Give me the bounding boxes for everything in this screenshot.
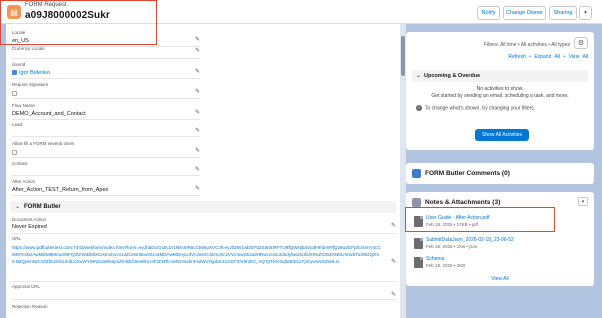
attachment-item[interactable]: Schema Feb 18, 2026 • 2KB (412, 255, 588, 277)
locale-field: Locale en_US ✎ (12, 29, 200, 47)
scrollbar-thumb[interactable] (401, 36, 405, 76)
expand-all-link[interactable]: Expand All (534, 54, 560, 60)
record-type-icon: ▤ (7, 5, 21, 19)
pencil-icon[interactable]: ✎ (195, 47, 200, 54)
after-action-field: After Action After_Action_TEST_Return_fr… (12, 178, 200, 196)
form-butler-section-title: FORM Butler (24, 203, 61, 210)
url-label: URL (12, 236, 22, 241)
chevron-down-icon[interactable]: ▾ (578, 197, 588, 206)
sharing-button[interactable]: Sharing (549, 6, 577, 20)
userid-link[interactable]: Igor Bidenko (19, 70, 50, 76)
no-activities-text: No activities to show. (476, 86, 524, 92)
activity-filters-text: Filters: All time • All activities • All… (483, 42, 570, 48)
allow-fill-label: Allow fill a FORM several times (12, 141, 75, 146)
record-header: ▤ FORM Request a09J8000002Sukr Notify Ch… (0, 0, 602, 24)
pencil-icon[interactable]: ✎ (195, 166, 200, 173)
locale-label: Locale (12, 30, 26, 35)
currency-locale-field: Currency Locale ✎ (12, 46, 200, 59)
pencil-icon[interactable]: ✎ (195, 88, 200, 95)
comments-title: FORM Butler Comments (0) (425, 170, 510, 178)
userid-value[interactable]: Igor Bidenko (12, 70, 50, 76)
chevron-down-icon: ⌄ (416, 73, 422, 79)
userid-label: UserId (12, 62, 26, 67)
details-panel: Locale en_US ✎ Currency Locale ✎ UserId … (6, 24, 400, 318)
lead-label: Lead (12, 122, 23, 127)
change-filters-text: To change what's shown, try changing you… (425, 105, 536, 112)
form-butler-comments-card: FORM Butler Comments (0) (406, 163, 594, 184)
change-owner-button[interactable]: Change Owner (503, 6, 546, 20)
comments-icon (412, 169, 421, 178)
attachment-meta: Feb 18, 2026 • 17KB • pdf (426, 222, 478, 227)
flow-name-field: Flow Name DEMO_Account_and_Contact ✎ (12, 102, 200, 120)
flow-name-label: Flow Name (12, 103, 35, 108)
get-started-text: Get started by sending an email, schedul… (431, 93, 569, 99)
after-action-value: After_Action_TEST_Return_from_Apex (12, 187, 109, 193)
pencil-icon[interactable]: ✎ (195, 109, 200, 116)
locale-value: en_US (12, 38, 29, 44)
record-name: a09J8000002Sukr (25, 10, 110, 21)
notes-header[interactable]: Notes & Attachments (3) (412, 198, 500, 207)
rejection-reason-label: Rejection Reason (12, 304, 48, 309)
pencil-icon[interactable]: ✎ (195, 68, 200, 75)
attachment-meta: Feb 18, 2026 • 1KB • json (426, 244, 478, 249)
notify-button[interactable]: Notify (477, 6, 500, 20)
after-action-label: After Action (12, 179, 36, 184)
form-butler-section-header[interactable]: ⌄ FORM Butler (10, 201, 396, 213)
document-action-label: Document Action (12, 217, 47, 222)
attachment-meta: Feb 18, 2026 • 2KB (426, 263, 466, 268)
upcoming-overdue-title: Upcoming & Overdue (424, 73, 481, 79)
document-action-field: Document Action Never Expired ✎ (12, 217, 396, 234)
contact-label: Contact (12, 161, 28, 166)
notes-title: Notes & Attachments (3) (425, 199, 501, 207)
currency-locale-label: Currency Locale (12, 46, 45, 51)
rejection-reason-field: Rejection Reason (12, 304, 396, 318)
comments-header[interactable]: FORM Butler Comments (0) (412, 169, 510, 178)
upcoming-overdue-header[interactable]: ⌄ Upcoming & Overdue (412, 70, 588, 82)
lead-field: Lead ✎ (12, 122, 200, 137)
contact-field: Contact ✎ (12, 160, 200, 176)
refresh-link[interactable]: Refresh (508, 54, 526, 60)
allow-fill-checkbox[interactable] (12, 150, 17, 155)
record-type-label: FORM Request (25, 2, 67, 8)
document-icon (414, 238, 423, 249)
notes-attachments-card: Notes & Attachments (3) ▾ User Guide - A… (406, 192, 594, 286)
pencil-icon[interactable]: ✎ (195, 147, 200, 154)
document-icon (414, 216, 423, 227)
pencil-icon[interactable]: ✎ (195, 185, 200, 192)
view-all-link[interactable]: View All (569, 54, 588, 60)
attachment-item[interactable]: User Guide - After Action.pdf Feb 18, 20… (412, 214, 588, 236)
show-all-activities-button[interactable]: Show All Activities (475, 129, 529, 141)
info-icon: i (416, 105, 422, 111)
userid-field: UserId Igor Bidenko ✎ (12, 61, 200, 79)
flow-name-value: DEMO_Account_and_Contact (12, 111, 86, 117)
document-icon (414, 257, 423, 268)
activity-links: Refresh • Expand All • View All (508, 54, 588, 60)
chevron-down-icon[interactable]: ▾ (579, 6, 592, 20)
notes-icon (412, 198, 421, 207)
document-action-value: Never Expired (12, 224, 47, 230)
gear-icon[interactable]: ⚙ (574, 37, 588, 49)
allow-fill-field: Allow fill a FORM several times ✎ (12, 140, 200, 158)
pencil-icon[interactable]: ✎ (391, 258, 396, 265)
user-icon (12, 70, 17, 76)
pencil-icon[interactable]: ✎ (195, 127, 200, 134)
pencil-icon[interactable]: ✎ (195, 36, 200, 43)
activity-card: Filters: All time • All activities • All… (406, 32, 594, 150)
pencil-icon[interactable]: ✎ (391, 222, 396, 229)
require-signature-checkbox[interactable] (12, 91, 17, 96)
attachment-name[interactable]: SubmitDataJson_2026-02-18_23-06-52 (426, 237, 514, 243)
attachment-name[interactable]: User Guide - After Action.pdf (426, 215, 489, 221)
notes-view-all-link[interactable]: View All (406, 276, 594, 282)
url-link[interactable]: https://www.pdfbutlertest.com:7443/webfo… (12, 244, 382, 265)
attachment-name[interactable]: Schema (426, 256, 444, 262)
url-field: URL https://www.pdfbutlertest.com:7443/w… (12, 236, 396, 282)
pencil-icon[interactable]: ✎ (391, 291, 396, 298)
require-signature-label: Require Signature (12, 82, 49, 87)
approval-url-label: Approval URL (12, 284, 41, 289)
approval-url-field: Approval URL ✎ (12, 284, 396, 300)
change-filters-row: i To change what's shown, try changing yo… (416, 105, 535, 111)
chevron-down-icon: ⌄ (15, 204, 21, 210)
require-signature-field: Require Signature ✎ (12, 81, 200, 99)
